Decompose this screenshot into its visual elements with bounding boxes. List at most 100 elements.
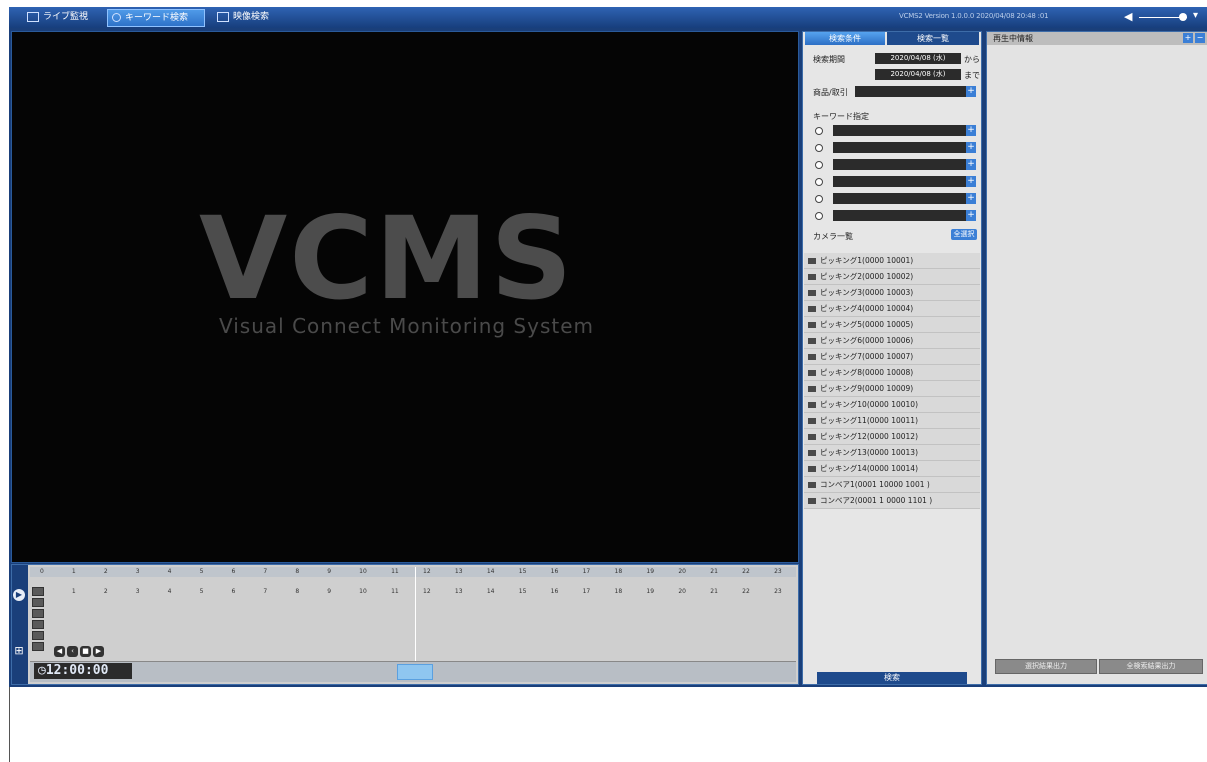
from-date-field[interactable]: 2020/04/08 (水)	[875, 53, 961, 64]
plus-icon[interactable]: +	[966, 210, 976, 221]
ruler-tick-label: 15	[518, 568, 527, 575]
timeline-ruler-lower: 01234567891011121314151617181920212223	[30, 587, 796, 597]
ruler-tick-label: 9	[327, 588, 332, 595]
keyword-radio[interactable]	[815, 195, 823, 203]
keyword-field[interactable]: +	[833, 125, 976, 136]
camera-item[interactable]: ピッキング8(0000 10008)	[804, 365, 980, 381]
timeline-cursor[interactable]	[415, 567, 416, 661]
volume-knob[interactable]	[1179, 13, 1187, 21]
keyword-field[interactable]: +	[833, 159, 976, 170]
camera-item[interactable]: ピッキング14(0000 10014)	[804, 461, 980, 477]
grid-icon[interactable]: ⊞	[13, 645, 25, 657]
stop-icon[interactable]: ■	[80, 646, 91, 657]
camera-item[interactable]: ピッキング11(0000 10011)	[804, 413, 980, 429]
ruler-tick-label: 12	[423, 588, 431, 595]
camera-item[interactable]: ピッキング1(0000 10001)	[804, 253, 980, 269]
keyword-radio[interactable]	[815, 161, 823, 169]
tab-search-conditions[interactable]: 検索条件	[805, 32, 885, 45]
ruler-tick-label: 19	[646, 568, 655, 575]
keyword-radio[interactable]	[815, 144, 823, 152]
track-box[interactable]	[32, 598, 44, 607]
camera-item[interactable]: ピッキング7(0000 10007)	[804, 349, 980, 365]
tab-live[interactable]: ライブ監視	[23, 9, 101, 25]
remove-icon[interactable]: −	[1195, 33, 1205, 43]
keyword-field[interactable]: +	[833, 210, 976, 221]
track-box[interactable]	[32, 587, 44, 596]
camera-item[interactable]: ピッキング13(0000 10013)	[804, 445, 980, 461]
export-all-button[interactable]: 全検索結果出力	[1099, 659, 1203, 674]
select-all-button[interactable]: 全選択	[951, 229, 977, 240]
play-forward-icon[interactable]: ▶	[93, 646, 104, 657]
keyword-field[interactable]: +	[833, 176, 976, 187]
camera-item[interactable]: ピッキング2(0000 10002)	[804, 269, 980, 285]
playback-info-panel: 再生中情報 + − 選択結果出力 全検索結果出力	[986, 31, 1207, 685]
product-field[interactable]: +	[855, 86, 976, 97]
camera-item[interactable]: ピッキング9(0000 10009)	[804, 381, 980, 397]
ruler-tick-label: 6	[231, 568, 236, 575]
logo-subtitle: Visual Connect Monitoring System	[219, 314, 595, 338]
play-icon[interactable]: ▶	[13, 589, 25, 601]
camera-icon	[808, 274, 816, 280]
keyword-radio[interactable]	[815, 178, 823, 186]
step-back-icon[interactable]: ‹	[67, 646, 78, 657]
track-box[interactable]	[32, 620, 44, 629]
search-tabs: 検索条件 検索一覧	[803, 32, 981, 45]
track-box[interactable]	[32, 631, 44, 640]
vcms-logo: VCMS	[199, 192, 575, 325]
keyword-radio[interactable]	[815, 127, 823, 135]
plus-icon[interactable]: +	[966, 86, 976, 97]
tab-keyword-search[interactable]: キーワード検索	[107, 9, 205, 27]
ruler-tick-label: 14	[486, 588, 495, 595]
export-selected-button[interactable]: 選択結果出力	[995, 659, 1097, 674]
ruler-tick-label: 14	[486, 568, 495, 575]
camera-item[interactable]: コンベア2(0001 1 0000 1101 )	[804, 493, 980, 509]
search-button[interactable]: 検索	[817, 672, 967, 684]
plus-icon[interactable]: +	[966, 176, 976, 187]
camera-icon	[808, 402, 816, 408]
ruler-tick-label: 5	[199, 568, 204, 575]
ruler-tick-label: 23	[774, 568, 782, 575]
camera-icon	[808, 418, 816, 424]
timeline-sidebar: ▶ ⊞	[12, 565, 28, 684]
ruler-tick-label: 2	[103, 588, 108, 595]
ruler-tick-label: 16	[550, 588, 559, 595]
to-date-field[interactable]: 2020/04/08 (水)	[875, 69, 961, 80]
top-bar: ライブ監視 キーワード検索 映像検索 VCMS2 Version 1.0.0.0…	[9, 7, 1207, 28]
current-time: ◷12:00:00	[34, 663, 132, 679]
camera-item[interactable]: ピッキング4(0000 10004)	[804, 301, 980, 317]
volume-icon[interactable]: ◀	[1124, 10, 1132, 23]
time-scroll-thumb[interactable]	[397, 664, 433, 680]
camera-icon	[808, 306, 816, 312]
ruler-tick-label: 20	[678, 568, 686, 575]
ruler-tick-label: 22	[742, 568, 750, 575]
plus-icon[interactable]: +	[966, 159, 976, 170]
track-box[interactable]	[32, 609, 44, 618]
track-box[interactable]	[32, 642, 44, 651]
video-viewport[interactable]: VCMS Visual Connect Monitoring System	[11, 31, 799, 563]
plus-icon[interactable]: +	[966, 193, 976, 204]
camera-item[interactable]: ピッキング6(0000 10006)	[804, 333, 980, 349]
tab-video-search[interactable]: 映像検索	[213, 9, 291, 25]
ruler-tick-label: 18	[614, 588, 623, 595]
ruler-tick-label: 20	[678, 588, 686, 595]
add-icon[interactable]: +	[1183, 33, 1193, 43]
window-controls-icon[interactable]: ▾	[1193, 10, 1198, 21]
ruler-tick-label: 10	[359, 588, 367, 595]
monitor-icon	[27, 11, 39, 22]
camera-item[interactable]: ピッキング5(0000 10005)	[804, 317, 980, 333]
keyword-radio[interactable]	[815, 212, 823, 220]
camera-item[interactable]: ピッキング12(0000 10012)	[804, 429, 980, 445]
keyword-field[interactable]: +	[833, 193, 976, 204]
plus-icon[interactable]: +	[966, 142, 976, 153]
ruler-tick-label: 22	[742, 588, 750, 595]
tab-search-results[interactable]: 検索一覧	[887, 32, 979, 45]
ruler-tick-label: 3	[135, 568, 140, 575]
camera-item[interactable]: ピッキング10(0000 10010)	[804, 397, 980, 413]
keyword-field[interactable]: +	[833, 142, 976, 153]
camera-item[interactable]: ピッキング3(0000 10003)	[804, 285, 980, 301]
time-bar: ◷12:00:00	[30, 661, 796, 682]
camera-item[interactable]: コンベア1(0001 10000 1001 )	[804, 477, 980, 493]
rewind-icon[interactable]: ◀	[54, 646, 65, 657]
camera-icon	[808, 258, 816, 264]
plus-icon[interactable]: +	[966, 125, 976, 136]
